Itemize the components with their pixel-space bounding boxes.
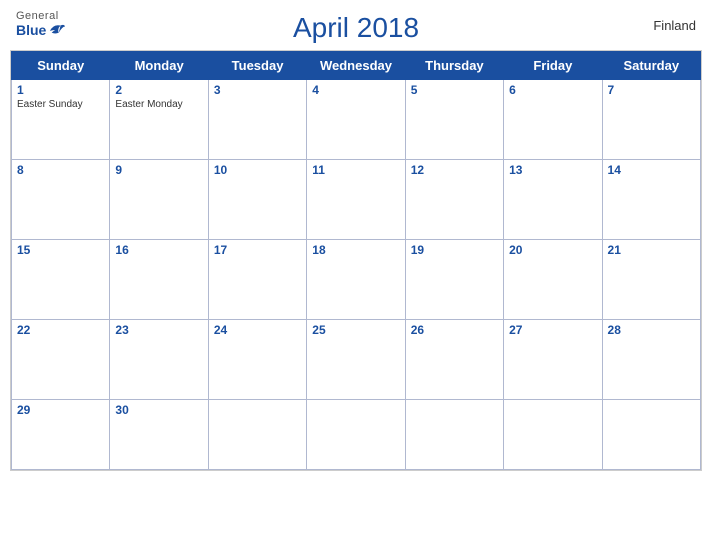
cell-week2-day6: 13 (504, 160, 602, 240)
logo-bird-icon (48, 22, 66, 38)
cell-week1-day6: 6 (504, 80, 602, 160)
cell-week2-day1: 8 (12, 160, 110, 240)
cell-week5-day4 (307, 400, 405, 470)
calendar-table: Sunday Monday Tuesday Wednesday Thursday… (11, 51, 701, 470)
calendar-row-3: 15 16 17 18 19 20 21 (12, 240, 701, 320)
cell-week5-day2: 30 (110, 400, 208, 470)
day-number: 1 (17, 83, 104, 97)
cell-week3-day1: 15 (12, 240, 110, 320)
calendar-header: General Blue April 2018 Finland (0, 0, 712, 50)
day-number: 3 (214, 83, 301, 97)
calendar-row-2: 89 10 11 12 13 14 (12, 160, 701, 240)
cell-week4-day3: 24 (208, 320, 306, 400)
day-number: 6 (509, 83, 596, 97)
day-number: 18 (312, 243, 399, 257)
day-number: 7 (608, 83, 695, 97)
day-number: 22 (17, 323, 104, 337)
cell-week3-day7: 21 (602, 240, 700, 320)
day-number: 26 (411, 323, 498, 337)
day-number: 2 (115, 83, 202, 97)
cell-week3-day3: 17 (208, 240, 306, 320)
header-friday: Friday (504, 52, 602, 80)
cell-week4-day6: 27 (504, 320, 602, 400)
logo-blue-text: Blue (16, 22, 66, 38)
header-sunday: Sunday (12, 52, 110, 80)
cell-week2-day4: 11 (307, 160, 405, 240)
day-number: 15 (17, 243, 104, 257)
cell-week5-day6 (504, 400, 602, 470)
day-number: 20 (509, 243, 596, 257)
day-number: 11 (312, 163, 399, 177)
calendar-row-1: 1 Easter Sunday 2 Easter Monday 34567 (12, 80, 701, 160)
header-wednesday: Wednesday (307, 52, 405, 80)
holiday-label: Easter Monday (115, 99, 202, 110)
cell-week5-day3 (208, 400, 306, 470)
header-tuesday: Tuesday (208, 52, 306, 80)
day-number: 10 (214, 163, 301, 177)
country-label: Finland (653, 18, 696, 33)
day-number: 9 (115, 163, 202, 177)
day-number: 24 (214, 323, 301, 337)
day-number: 19 (411, 243, 498, 257)
day-number: 16 (115, 243, 202, 257)
cell-week2-day7: 14 (602, 160, 700, 240)
day-number: 27 (509, 323, 596, 337)
logo: General Blue (16, 10, 66, 38)
cell-week2-day5: 12 (405, 160, 503, 240)
day-number: 21 (608, 243, 695, 257)
cell-week1-day4: 4 (307, 80, 405, 160)
header-monday: Monday (110, 52, 208, 80)
cell-week1-day7: 7 (602, 80, 700, 160)
cell-week4-day2: 23 (110, 320, 208, 400)
cell-week2-day3: 10 (208, 160, 306, 240)
day-number: 4 (312, 83, 399, 97)
page-title: April 2018 (293, 12, 419, 44)
day-number: 29 (17, 403, 104, 417)
day-number: 25 (312, 323, 399, 337)
header-thursday: Thursday (405, 52, 503, 80)
day-number: 17 (214, 243, 301, 257)
cell-week1-day3: 3 (208, 80, 306, 160)
calendar-row-4: 22 23 24 25 26 27 28 (12, 320, 701, 400)
day-number: 13 (509, 163, 596, 177)
cell-week3-day6: 20 (504, 240, 602, 320)
day-number: 30 (115, 403, 202, 417)
cell-week1-day1: 1 Easter Sunday (12, 80, 110, 160)
cell-week3-day4: 18 (307, 240, 405, 320)
cell-week4-day7: 28 (602, 320, 700, 400)
calendar-row-5: 29 30 (12, 400, 701, 470)
cell-week3-day5: 19 (405, 240, 503, 320)
cell-week3-day2: 16 (110, 240, 208, 320)
calendar: Sunday Monday Tuesday Wednesday Thursday… (10, 50, 702, 471)
holiday-label: Easter Sunday (17, 99, 104, 110)
day-number: 23 (115, 323, 202, 337)
cell-week1-day2: 2 Easter Monday (110, 80, 208, 160)
day-number: 5 (411, 83, 498, 97)
cell-week4-day4: 25 (307, 320, 405, 400)
cell-week5-day7 (602, 400, 700, 470)
day-number: 8 (17, 163, 104, 177)
cell-week2-day2: 9 (110, 160, 208, 240)
day-number: 12 (411, 163, 498, 177)
cell-week5-day5 (405, 400, 503, 470)
day-number: 14 (608, 163, 695, 177)
cell-week5-day1: 29 (12, 400, 110, 470)
cell-week4-day1: 22 (12, 320, 110, 400)
header-saturday: Saturday (602, 52, 700, 80)
cell-week1-day5: 5 (405, 80, 503, 160)
day-number: 28 (608, 323, 695, 337)
cell-week4-day5: 26 (405, 320, 503, 400)
logo-general-text: General (16, 10, 59, 22)
day-headers-row: Sunday Monday Tuesday Wednesday Thursday… (12, 52, 701, 80)
